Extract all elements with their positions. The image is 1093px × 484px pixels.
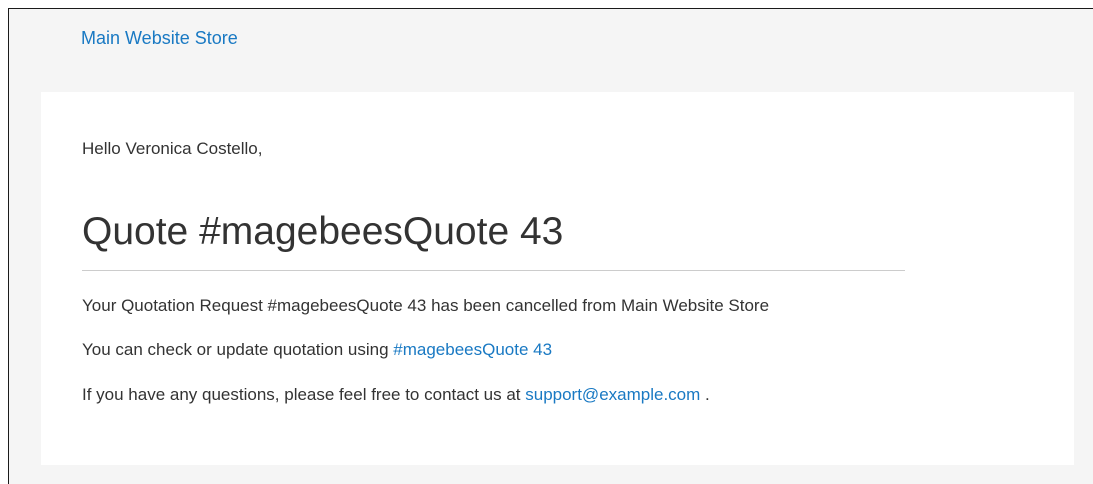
update-message-text: You can check or update quotation using bbox=[82, 340, 394, 359]
cancellation-message: Your Quotation Request #magebeesQuote 43… bbox=[82, 296, 770, 315]
support-email-link[interactable]: support@example.com bbox=[525, 385, 700, 404]
update-message: You can check or update quotation using … bbox=[82, 339, 552, 361]
email-content-card: Hello Veronica Costello, Quote #magebees… bbox=[41, 92, 1074, 465]
store-header-link[interactable]: Main Website Store bbox=[81, 27, 238, 49]
contact-message-suffix: . bbox=[700, 385, 710, 404]
contact-message: If you have any questions, please feel f… bbox=[82, 384, 710, 406]
quote-link[interactable]: #magebeesQuote 43 bbox=[393, 340, 552, 359]
quote-title: Quote #magebeesQuote 43 bbox=[82, 210, 564, 253]
contact-message-text: If you have any questions, please feel f… bbox=[82, 385, 526, 404]
email-viewport: Main Website Store Hello Veronica Costel… bbox=[8, 8, 1093, 484]
greeting-text: Hello Veronica Costello, bbox=[82, 139, 263, 158]
title-divider bbox=[82, 270, 905, 271]
